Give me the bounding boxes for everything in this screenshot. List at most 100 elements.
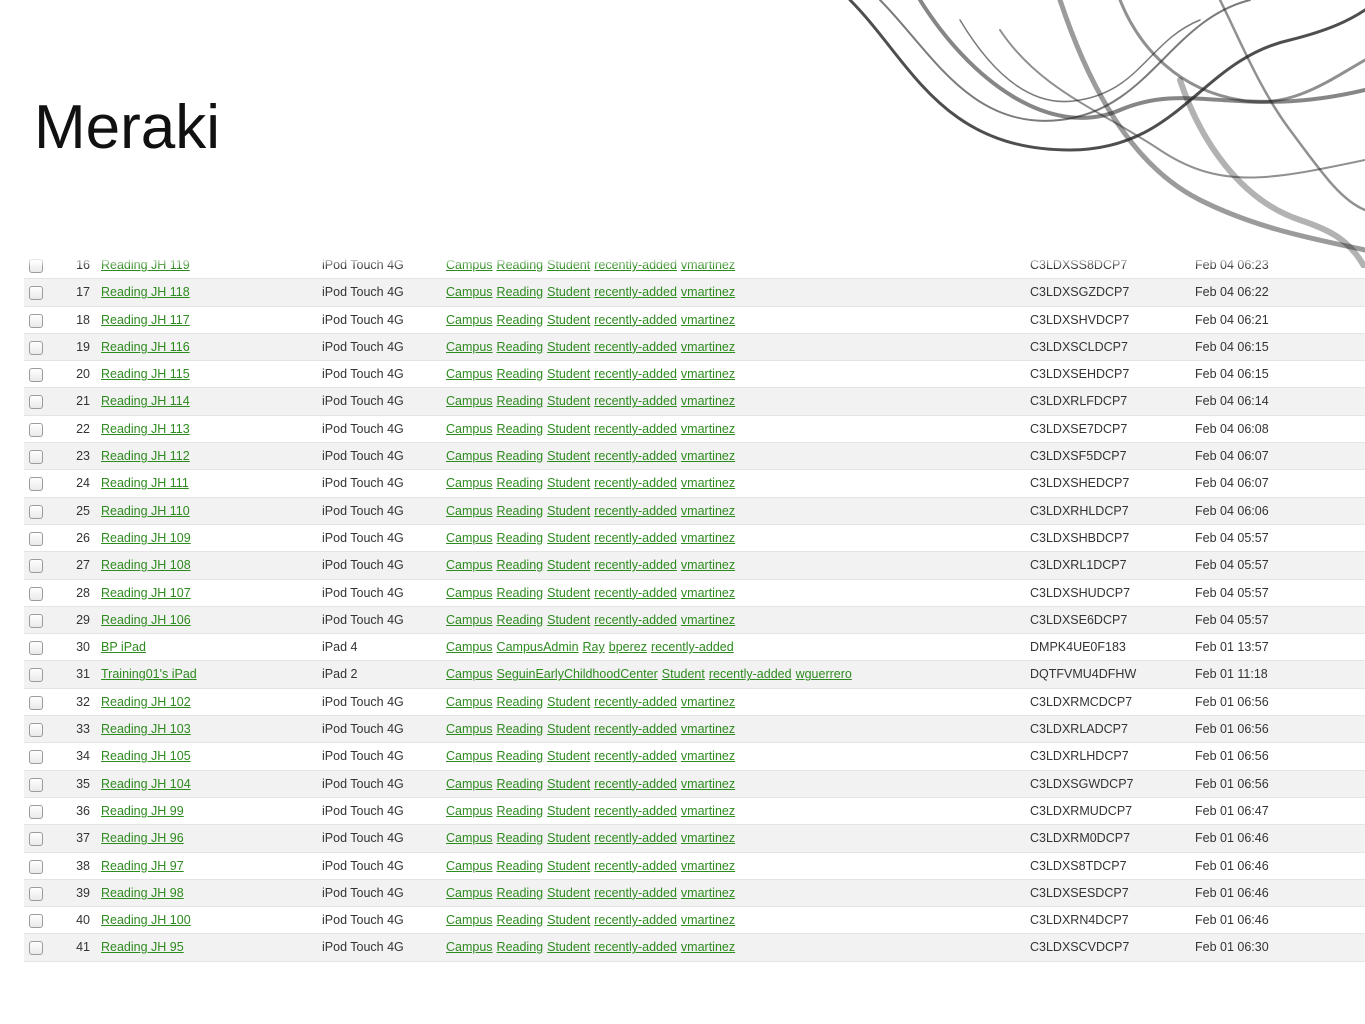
table-row[interactable]: 37 Reading JH 96 iPod Touch 4G Campus Readin… [24, 825, 1365, 853]
tag-link[interactable]: Student [547, 804, 590, 818]
device-name-link[interactable]: Training01's iPad [101, 667, 197, 681]
tag-link[interactable]: Student [547, 558, 590, 572]
device-name-link[interactable]: Reading JH 104 [101, 777, 191, 791]
tag-link[interactable]: Student [547, 313, 590, 327]
tag-link[interactable]: recently-added [651, 640, 734, 654]
tag-link[interactable]: vmartinez [681, 613, 735, 627]
tag-link[interactable]: Campus [446, 695, 493, 709]
row-checkbox[interactable] [29, 586, 43, 601]
tag-link[interactable]: Campus [446, 504, 493, 518]
tag-link[interactable]: vmartinez [681, 913, 735, 927]
row-checkbox[interactable] [29, 313, 43, 328]
row-checkbox[interactable] [29, 286, 43, 301]
tag-link[interactable]: Reading [497, 613, 544, 627]
tag-link[interactable]: Student [547, 777, 590, 791]
tag-link[interactable]: vmartinez [681, 777, 735, 791]
tag-link[interactable]: Student [547, 340, 590, 354]
row-checkbox[interactable] [29, 422, 43, 437]
tag-link[interactable]: recently-added [594, 831, 677, 845]
tag-link[interactable]: recently-added [594, 340, 677, 354]
row-checkbox[interactable] [29, 832, 43, 847]
tag-link[interactable]: Reading [497, 340, 544, 354]
device-name-link[interactable]: Reading JH 102 [101, 695, 191, 709]
row-checkbox[interactable] [29, 859, 43, 874]
tag-link[interactable]: vmartinez [681, 340, 735, 354]
row-checkbox[interactable] [29, 886, 43, 901]
tag-link[interactable]: recently-added [594, 695, 677, 709]
tag-link[interactable]: vmartinez [681, 749, 735, 763]
tag-link[interactable]: recently-added [594, 886, 677, 900]
tag-link[interactable]: vmartinez [681, 422, 735, 436]
row-checkbox[interactable] [29, 613, 43, 628]
tag-link[interactable]: Reading [497, 859, 544, 873]
tag-link[interactable]: Reading [497, 940, 544, 954]
tag-link[interactable]: Campus [446, 449, 493, 463]
tag-link[interactable]: Student [547, 695, 590, 709]
device-name-link[interactable]: Reading JH 98 [101, 886, 184, 900]
device-name-link[interactable]: Reading JH 112 [101, 449, 190, 463]
tag-link[interactable]: Student [662, 667, 705, 681]
tag-link[interactable]: Reading [497, 804, 544, 818]
table-row[interactable]: 35 Reading JH 104 iPod Touch 4G Campus Readi… [24, 770, 1365, 798]
tag-link[interactable]: Student [547, 749, 590, 763]
device-name-link[interactable]: Reading JH 114 [101, 394, 190, 408]
row-checkbox[interactable] [29, 914, 43, 929]
tag-link[interactable]: recently-added [594, 613, 677, 627]
device-name-link[interactable]: Reading JH 100 [101, 913, 191, 927]
tag-link[interactable]: Campus [446, 313, 493, 327]
tag-link[interactable]: Student [547, 913, 590, 927]
tag-link[interactable]: Reading [497, 285, 544, 299]
tag-link[interactable]: Reading [497, 722, 544, 736]
table-row[interactable]: 33 Reading JH 103 iPod Touch 4G Campus Readi… [24, 716, 1365, 744]
table-row[interactable]: 24 Reading JH 111 iPod Touch 4G Campus Readi… [24, 470, 1365, 498]
device-name-link[interactable]: Reading JH 103 [101, 722, 191, 736]
tag-link[interactable]: Campus [446, 913, 493, 927]
tag-link[interactable]: Reading [497, 886, 544, 900]
tag-link[interactable]: recently-added [594, 859, 677, 873]
tag-link[interactable]: Campus [446, 586, 493, 600]
tag-link[interactable]: Student [547, 367, 590, 381]
tag-link[interactable]: Student [547, 586, 590, 600]
tag-link[interactable]: vmartinez [681, 831, 735, 845]
tag-link[interactable]: vmartinez [681, 859, 735, 873]
tag-link[interactable]: vmartinez [681, 394, 735, 408]
device-name-link[interactable]: Reading JH 118 [101, 285, 190, 299]
tag-link[interactable]: recently-added [594, 422, 677, 436]
row-checkbox[interactable] [29, 559, 43, 574]
table-row[interactable]: 30 BP iPad iPad 4 Campus CampusAdmin Ray bpere… [24, 634, 1365, 662]
tag-link[interactable]: vmartinez [681, 722, 735, 736]
table-row[interactable]: 38 Reading JH 97 iPod Touch 4G Campus Readin… [24, 853, 1365, 880]
tag-link[interactable]: recently-added [594, 367, 677, 381]
tag-link[interactable]: vmartinez [681, 940, 735, 954]
table-row[interactable]: 29 Reading JH 106 iPod Touch 4G Campus Readi… [24, 606, 1365, 635]
tag-link[interactable]: Reading [497, 531, 544, 545]
row-checkbox[interactable] [29, 695, 43, 710]
tag-link[interactable]: Reading [497, 476, 544, 490]
tag-link[interactable]: Campus [446, 667, 493, 681]
tag-link[interactable]: wguerrero [796, 667, 852, 681]
table-row[interactable]: 27 Reading JH 108 iPod Touch 4G Campus Readi… [24, 552, 1365, 580]
row-checkbox[interactable] [29, 750, 43, 765]
tag-link[interactable]: Student [547, 531, 590, 545]
tag-link[interactable]: Campus [446, 422, 493, 436]
table-row[interactable]: 23 Reading JH 112 iPod Touch 4G Campus Readi… [24, 443, 1365, 471]
tag-link[interactable]: recently-added [594, 777, 677, 791]
tag-link[interactable]: Reading [497, 749, 544, 763]
tag-link[interactable]: Student [547, 831, 590, 845]
tag-link[interactable]: recently-added [594, 804, 677, 818]
tag-link[interactable]: Student [547, 940, 590, 954]
tag-link[interactable]: recently-added [594, 285, 677, 299]
row-checkbox[interactable] [29, 477, 43, 492]
tag-link[interactable]: Reading [497, 422, 544, 436]
table-row[interactable]: 39 Reading JH 98 iPod Touch 4G Campus Readin… [24, 879, 1365, 908]
tag-link[interactable]: recently-added [594, 586, 677, 600]
tag-link[interactable]: recently-added [594, 394, 677, 408]
table-row[interactable]: 19 Reading JH 116 iPod Touch 4G Campus Readi… [24, 333, 1365, 362]
tag-link[interactable]: recently-added [594, 476, 677, 490]
tag-link[interactable]: Student [547, 722, 590, 736]
device-name-link[interactable]: Reading JH 108 [101, 558, 191, 572]
tag-link[interactable]: recently-added [594, 313, 677, 327]
table-row[interactable]: 28 Reading JH 107 iPod Touch 4G Campus Readi… [24, 580, 1365, 607]
tag-link[interactable]: Campus [446, 613, 493, 627]
row-checkbox[interactable] [29, 723, 43, 738]
